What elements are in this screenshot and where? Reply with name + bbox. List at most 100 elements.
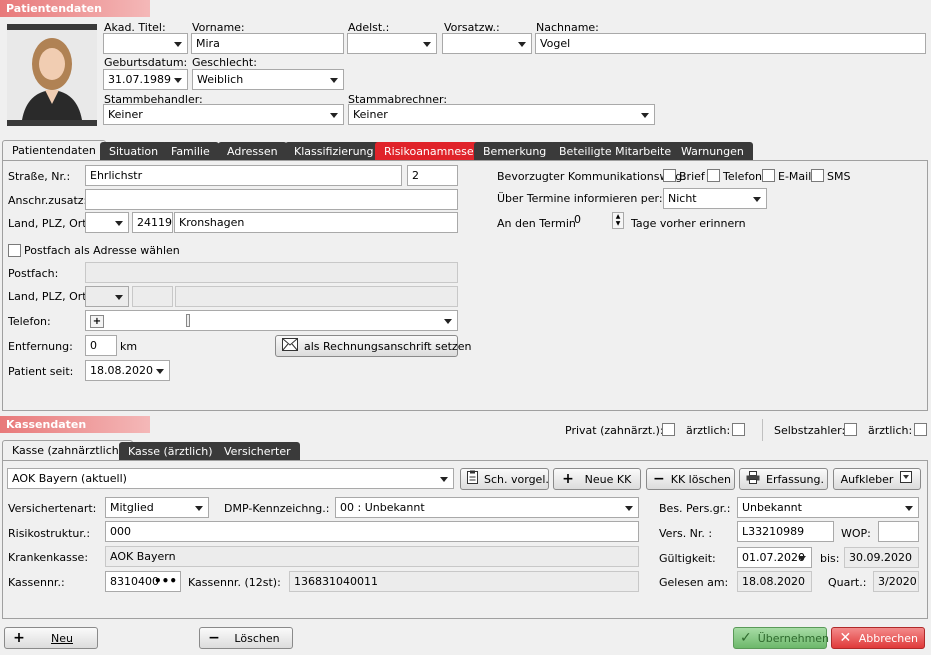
loeschen-button[interactable]: − Löschen: [199, 627, 293, 649]
kassennr-input[interactable]: 8310400 •••: [105, 571, 181, 592]
rechnungsanschrift-button[interactable]: als Rechnungsanschrift setzen: [275, 335, 471, 357]
tab-adressen[interactable]: Adressen: [218, 142, 287, 162]
privat-aerztlich-checkbox[interactable]: [732, 423, 745, 436]
clipboard-icon: [467, 470, 478, 488]
versichertenart-select[interactable]: Mitglied: [105, 497, 209, 518]
nachname-input[interactable]: Vogel: [535, 33, 926, 54]
tab-beteiligte-mitarbeiter[interactable]: Beteiligte Mitarbeiter: [550, 142, 685, 162]
email-checkbox[interactable]: [762, 169, 775, 182]
entfernung-input[interactable]: 0: [85, 335, 117, 356]
risikostruktur-input[interactable]: 000: [105, 521, 639, 542]
printer-icon: [746, 470, 760, 488]
quart-label: Quart.:: [828, 576, 867, 589]
kassennr12-label: Kassennr. (12st):: [188, 576, 281, 589]
sms-label: SMS: [827, 170, 851, 183]
stammabrechner-select[interactable]: Keiner: [348, 104, 655, 125]
adelst-select[interactable]: [347, 33, 437, 54]
neue-kk-button[interactable]: + Neue KK: [553, 468, 641, 490]
dropdown-box-icon: [898, 471, 914, 487]
telefon-add-icon[interactable]: +: [90, 315, 104, 328]
anschr-zusatz-label: Anschr.zusatz:: [8, 194, 88, 207]
postfach-waehlen-label: Postfach als Adresse wählen: [24, 244, 180, 257]
termine-select[interactable]: Nicht: [663, 188, 767, 209]
dmp-label: DMP-Kennzeichng.:: [224, 502, 330, 515]
uebernehmen-button[interactable]: ✓ Übernehmen: [733, 627, 829, 649]
erfassung-button[interactable]: Erfassung.: [739, 468, 828, 490]
telefon-label: Telefon:: [8, 315, 51, 328]
bis-input[interactable]: 30.09.2020: [844, 547, 919, 568]
tab-patientendaten[interactable]: Patientendaten: [2, 140, 106, 162]
postfach-plz-input[interactable]: [132, 286, 173, 307]
gueltigkeit-picker[interactable]: 01.07.2020: [737, 547, 812, 568]
postfach-land-select[interactable]: [85, 286, 129, 307]
telefon-select[interactable]: +: [85, 310, 458, 331]
stammbehandler-select[interactable]: Keiner: [103, 104, 344, 125]
postfach-input[interactable]: [85, 262, 458, 283]
tab-situation[interactable]: Situation: [100, 142, 168, 162]
tab-versicherter[interactable]: Versicherter: [215, 442, 300, 462]
wop-input[interactable]: [878, 521, 919, 542]
neu-button[interactable]: + Neu: [4, 627, 98, 649]
selbstzahler-checkbox[interactable]: [844, 423, 857, 436]
sch-vorgel-button[interactable]: Sch. vorgel.: [460, 468, 549, 490]
hausnr-input[interactable]: 2: [407, 165, 458, 186]
privat-checkbox[interactable]: [662, 423, 675, 436]
telefon-option-label: Telefon: [723, 170, 763, 183]
tab-kasse-zahnaerztlich[interactable]: Kasse (zahnärztlich): [2, 440, 134, 462]
telefon-splitter[interactable]: [186, 314, 190, 327]
kassennr12-input[interactable]: 136831040011: [289, 571, 639, 592]
geburtsdatum-label: Geburtsdatum:: [104, 56, 188, 69]
akad-titel-select[interactable]: [103, 33, 188, 54]
patient-seit-picker[interactable]: 18.08.2020: [85, 360, 170, 381]
dmp-select[interactable]: 00 : Unbekannt: [335, 497, 639, 518]
tab-risikoanamnese[interactable]: Risikoanamnese: [375, 142, 483, 162]
ort-input[interactable]: Kronshagen: [174, 212, 458, 233]
privat-aerztlich-label: ärztlich:: [686, 424, 731, 437]
vorname-input[interactable]: Mira: [191, 33, 344, 54]
km-label: km: [120, 340, 138, 353]
selbstzahler-aerztlich-checkbox[interactable]: [914, 423, 927, 436]
krankenkasse-input[interactable]: AOK Bayern: [105, 546, 639, 567]
postfach-checkbox[interactable]: [8, 244, 21, 257]
kasse-select[interactable]: AOK Bayern (aktuell): [7, 468, 454, 489]
strasse-label: Straße, Nr.:: [8, 170, 71, 183]
tab-kasse-aerztlich[interactable]: Kasse (ärztlich): [119, 442, 222, 462]
wop-label: WOP:: [841, 527, 871, 540]
tage-spinner[interactable]: ▲ ▼: [612, 212, 624, 229]
gelesen-am-label: Gelesen am:: [659, 576, 729, 589]
bes-pers-select[interactable]: Unbekannt: [737, 497, 919, 518]
vers-nr-input[interactable]: L33210989: [737, 521, 834, 542]
tab-klassifizierung[interactable]: Klassifizierung: [285, 142, 383, 162]
entfernung-label: Entfernung:: [8, 340, 73, 353]
tab-bemerkung[interactable]: Bemerkung: [474, 142, 556, 162]
patient-photo[interactable]: [7, 24, 97, 126]
more-dots-icon[interactable]: •••: [154, 574, 177, 588]
strasse-input[interactable]: Ehrlichstr: [85, 165, 402, 186]
abbrechen-button[interactable]: ✕ Abbrechen: [831, 627, 925, 649]
brief-checkbox[interactable]: [663, 169, 676, 182]
geschlecht-select[interactable]: Weiblich: [192, 69, 344, 90]
sms-checkbox[interactable]: [811, 169, 824, 182]
an-den-termin-label: An den Termin: [497, 217, 576, 230]
tage-value[interactable]: 0: [574, 213, 581, 226]
aufkleber-button[interactable]: Aufkleber: [833, 468, 921, 490]
quart-input[interactable]: 3/2020: [873, 571, 919, 592]
vers-nr-label: Vers. Nr. :: [659, 527, 713, 540]
kk-loeschen-button[interactable]: − KK löschen: [646, 468, 735, 490]
anschr-zusatz-input[interactable]: [85, 189, 458, 210]
plz-input[interactable]: 24119: [132, 212, 173, 233]
geburtsdatum-picker[interactable]: 31.07.1989: [103, 69, 188, 90]
patient-section-title: Patientendaten: [0, 0, 150, 17]
land-select[interactable]: [85, 212, 129, 233]
postfach-ort-input[interactable]: [175, 286, 458, 307]
minus-icon: −: [653, 471, 665, 487]
tab-warnungen[interactable]: Warnungen: [672, 142, 753, 162]
selbstzahler-label: Selbstzahler:: [774, 424, 846, 437]
vorsatzw-select[interactable]: [442, 33, 532, 54]
bis-label: bis:: [820, 552, 840, 565]
gelesen-am-input[interactable]: 18.08.2020: [737, 571, 812, 592]
telefon-checkbox[interactable]: [707, 169, 720, 182]
kasse-section-title: Kassendaten: [0, 416, 150, 433]
tab-familie[interactable]: Familie: [162, 142, 219, 162]
risikostruktur-label: Risikostruktur.:: [8, 527, 91, 540]
